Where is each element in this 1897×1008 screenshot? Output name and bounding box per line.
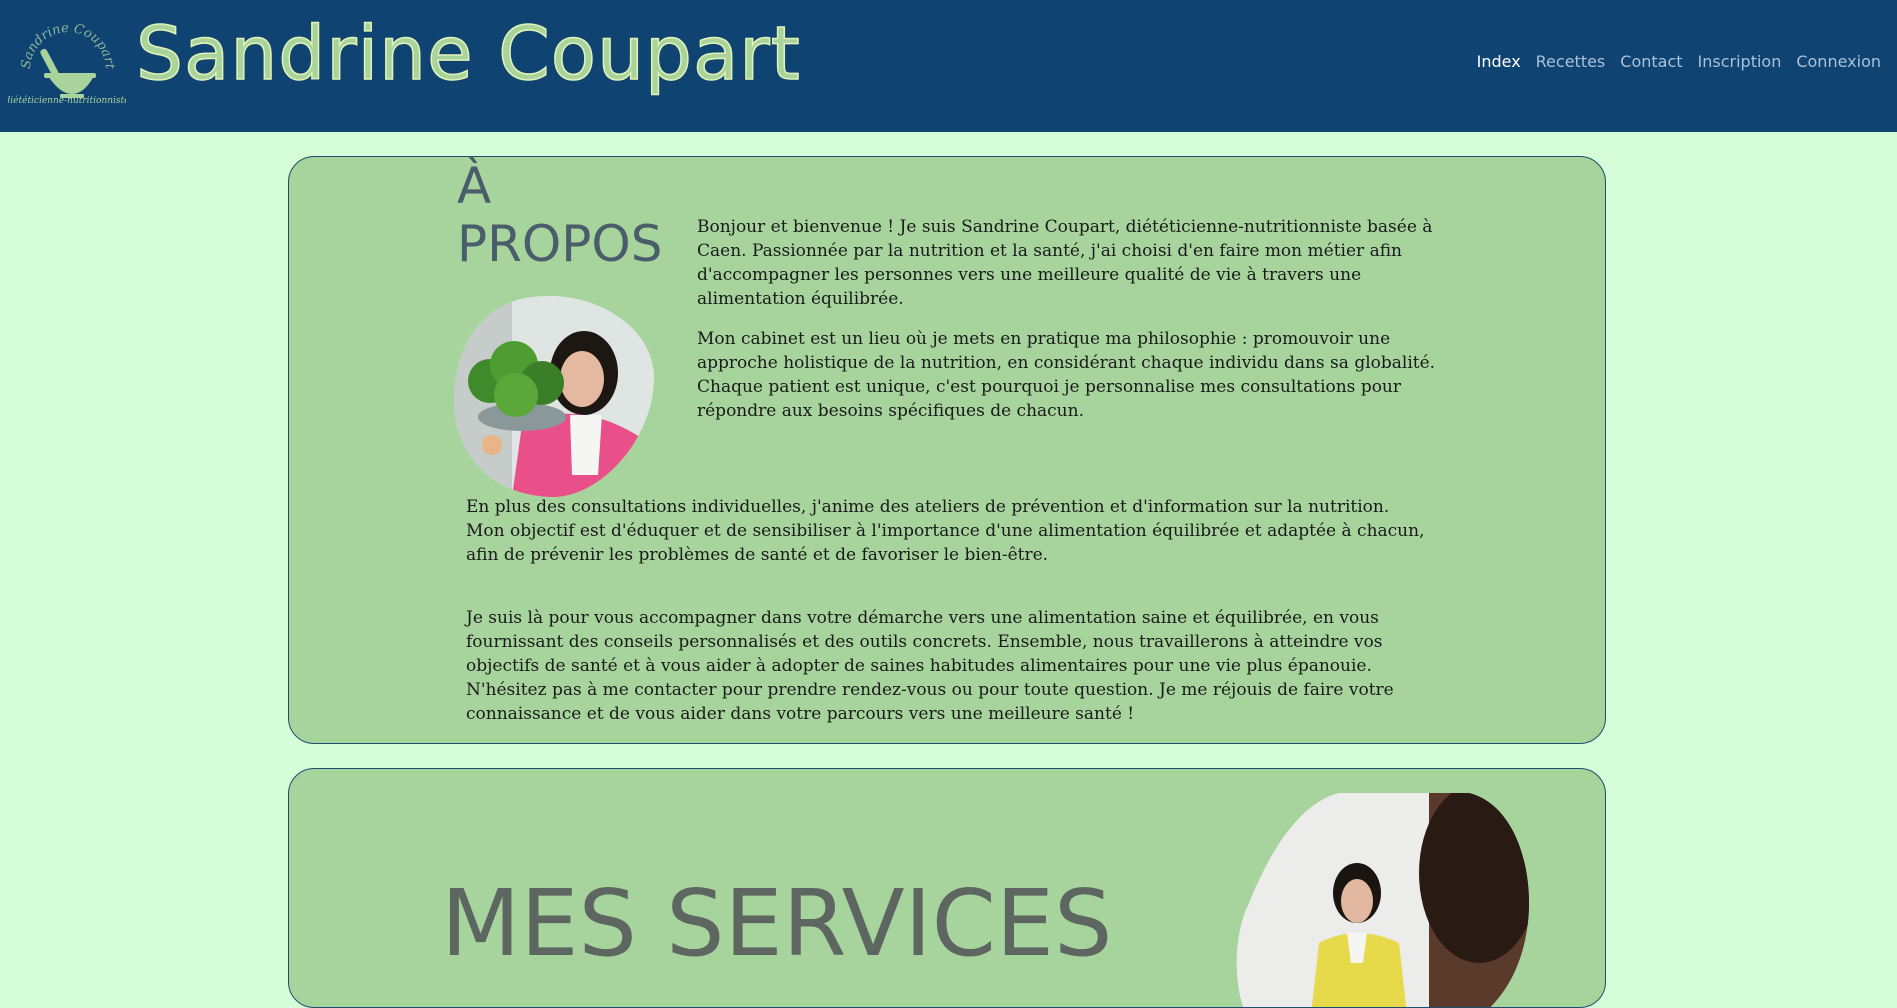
about-heading-line2: PROPOS <box>457 215 663 273</box>
services-consultation-image <box>1229 793 1529 1007</box>
nav-link-index[interactable]: Index <box>1477 52 1521 71</box>
nav-link-inscription[interactable]: Inscription <box>1698 52 1782 71</box>
svg-text:Sandrine Coupart: Sandrine Coupart <box>19 21 117 71</box>
mortar-pestle-icon <box>40 48 96 98</box>
services-section: MES SERVICES <box>288 768 1606 1008</box>
about-heading-line1: À <box>457 157 492 215</box>
main-nav: Index Recettes Contact Inscription Conne… <box>1477 52 1881 71</box>
site-logo[interactable]: Sandrine Coupart diététicienne-nutrition… <box>8 18 126 108</box>
site-title: Sandrine Coupart <box>135 10 801 98</box>
about-paragraph-1: Bonjour et bienvenue ! Je suis Sandrine … <box>697 217 1433 309</box>
logo-tagline: diététicienne-nutritionniste <box>8 95 126 106</box>
about-heading: À PROPOS <box>457 157 663 273</box>
about-paragraph-2: Mon cabinet est un lieu où je mets en pr… <box>697 329 1436 421</box>
nav-link-recettes[interactable]: Recettes <box>1536 52 1606 71</box>
logo-circle-text: Sandrine Coupart <box>19 21 117 71</box>
about-paragraph-3: En plus des consultations individuelles,… <box>466 497 1425 565</box>
nav-link-contact[interactable]: Contact <box>1620 52 1682 71</box>
about-section: À PROPOS Bonjour et bienvenue ! Je suis … <box>288 156 1606 744</box>
site-header: Sandrine Coupart diététicienne-nutrition… <box>0 0 1897 132</box>
nav-link-connexion[interactable]: Connexion <box>1796 52 1881 71</box>
about-paragraph-4: Je suis là pour vous accompagner dans vo… <box>466 608 1394 724</box>
services-heading: MES SERVICES <box>441 870 1113 977</box>
about-portrait-image <box>452 295 654 497</box>
